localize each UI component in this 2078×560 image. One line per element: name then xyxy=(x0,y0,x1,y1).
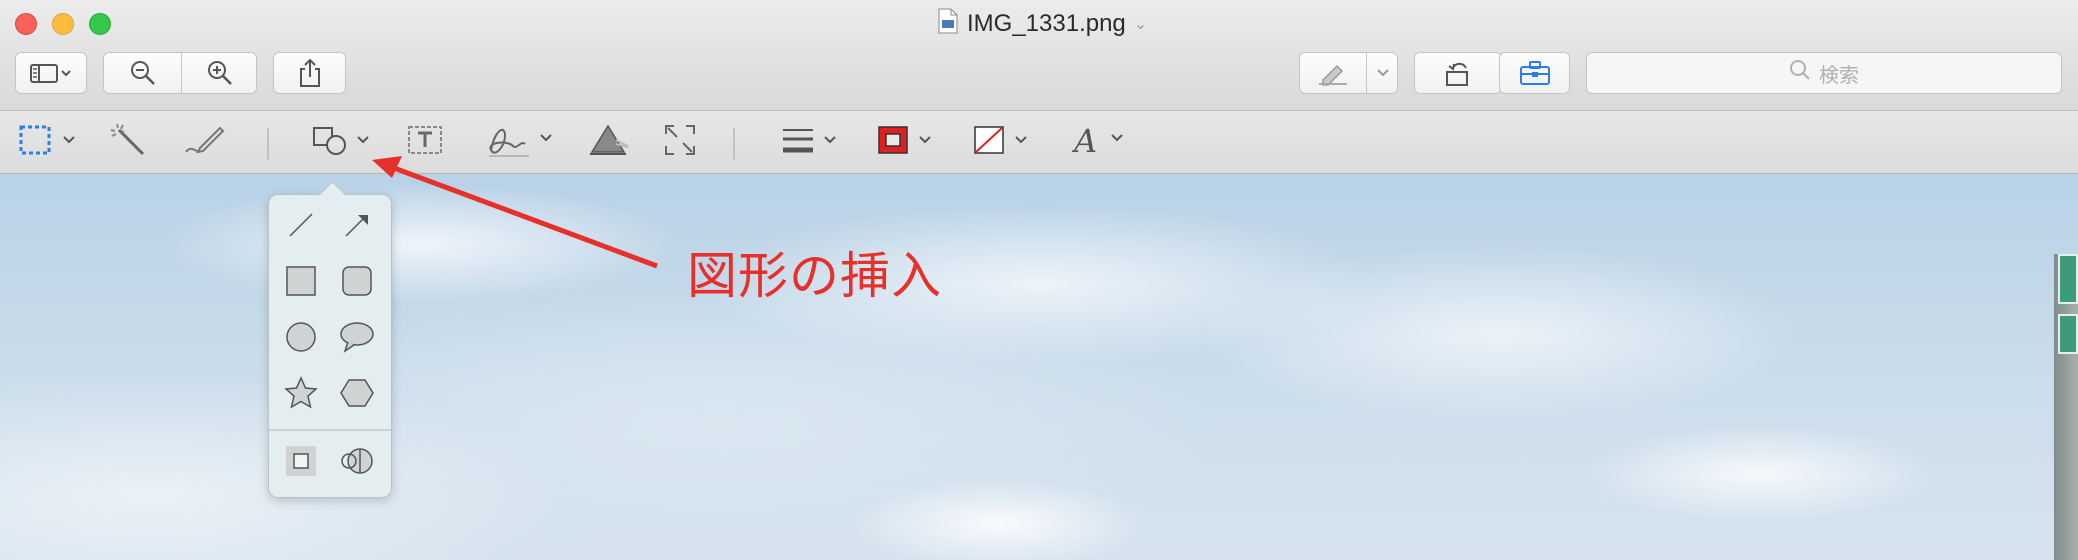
annotation-label: 図形の挿入 xyxy=(687,247,942,305)
annotation-arrow xyxy=(372,156,658,269)
